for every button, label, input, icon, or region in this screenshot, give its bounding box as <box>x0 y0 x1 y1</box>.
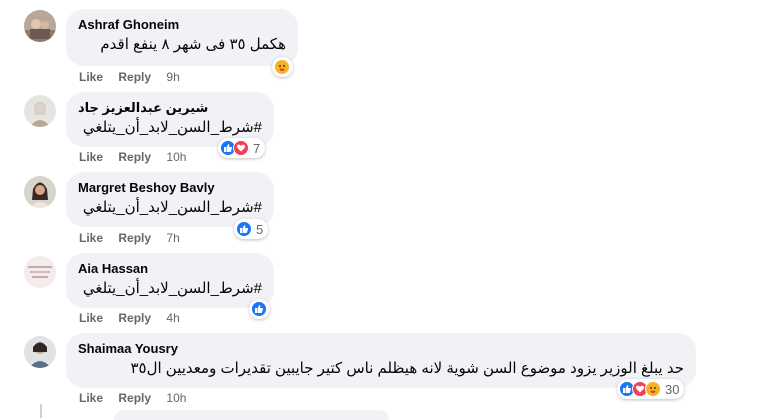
comment-text: هكمل ٣٥ فى شهر ٨ ينفع اقدم <box>100 36 286 53</box>
care-reaction-icon <box>645 381 661 397</box>
comment-text: #شرط_السن_لابد_أن_يتلغي <box>82 280 262 297</box>
like-button[interactable]: Like <box>79 391 103 405</box>
comment-actions: Like Reply 10h <box>79 150 186 164</box>
care-reaction-icon <box>274 59 290 75</box>
comment-timestamp[interactable]: 9h <box>166 70 179 84</box>
reaction-summary[interactable] <box>272 57 293 77</box>
reply-button[interactable]: Reply <box>118 231 151 245</box>
comment-bubble: Shaimaa Yousry حد يبلغ الوزير يزود موضوع… <box>66 333 696 388</box>
comment-author[interactable]: Shaimaa Yousry <box>78 341 684 357</box>
comment-timestamp[interactable]: 7h <box>166 231 179 245</box>
reaction-summary[interactable] <box>249 299 270 319</box>
reaction-summary[interactable]: 30 <box>617 379 685 399</box>
comment-bubble: Ashraf Ghoneim هكمل ٣٥ فى شهر ٨ ينفع اقد… <box>66 9 298 66</box>
comment-timestamp[interactable]: 4h <box>166 311 179 325</box>
comment-text: حد يبلغ الوزير يزود موضوع السن شوية لانه… <box>130 360 684 377</box>
comment-actions: Like Reply 9h <box>79 70 180 84</box>
reaction-summary[interactable]: 5 <box>234 219 269 239</box>
comment-timestamp[interactable]: 10h <box>166 391 186 405</box>
like-reaction-icon <box>251 301 267 317</box>
reaction-count[interactable]: 5 <box>256 222 263 237</box>
avatar[interactable] <box>24 336 56 368</box>
avatar[interactable] <box>24 176 56 208</box>
comment-bubble: Aia Hassan #شرط_السن_لابد_أن_يتلغي <box>66 253 274 308</box>
reply-button[interactable]: Reply <box>118 391 151 405</box>
comment-author[interactable]: شيرين عبدالعزيز جاد <box>78 100 262 116</box>
like-reaction-icon <box>236 221 252 237</box>
avatar[interactable] <box>24 95 56 127</box>
avatar[interactable] <box>24 256 56 288</box>
reply-button[interactable]: Reply <box>118 311 151 325</box>
comment-author[interactable]: Aia Hassan <box>78 261 262 277</box>
comment-actions: Like Reply 7h <box>79 231 180 245</box>
like-button[interactable]: Like <box>79 231 103 245</box>
comment-timestamp[interactable]: 10h <box>166 150 186 164</box>
comment-actions: Like Reply 10h <box>79 391 186 405</box>
reply-button[interactable]: Reply <box>118 70 151 84</box>
like-button[interactable]: Like <box>79 150 103 164</box>
next-reply-bubble <box>114 410 389 420</box>
comment-author[interactable]: Ashraf Ghoneim <box>78 17 286 33</box>
avatar[interactable] <box>24 10 56 42</box>
like-button[interactable]: Like <box>79 311 103 325</box>
comment-author[interactable]: Margret Beshoy Bavly <box>78 180 262 196</box>
reaction-summary[interactable]: 7 <box>218 138 266 158</box>
comment-text: #شرط_السن_لابد_أن_يتلغي <box>82 119 262 136</box>
like-button[interactable]: Like <box>79 70 103 84</box>
comment-actions: Like Reply 4h <box>79 311 180 325</box>
reaction-count[interactable]: 30 <box>665 382 679 397</box>
reaction-count[interactable]: 7 <box>253 141 260 156</box>
comment-text: #شرط_السن_لابد_أن_يتلغي <box>82 199 262 216</box>
love-reaction-icon <box>233 140 249 156</box>
reply-button[interactable]: Reply <box>118 150 151 164</box>
